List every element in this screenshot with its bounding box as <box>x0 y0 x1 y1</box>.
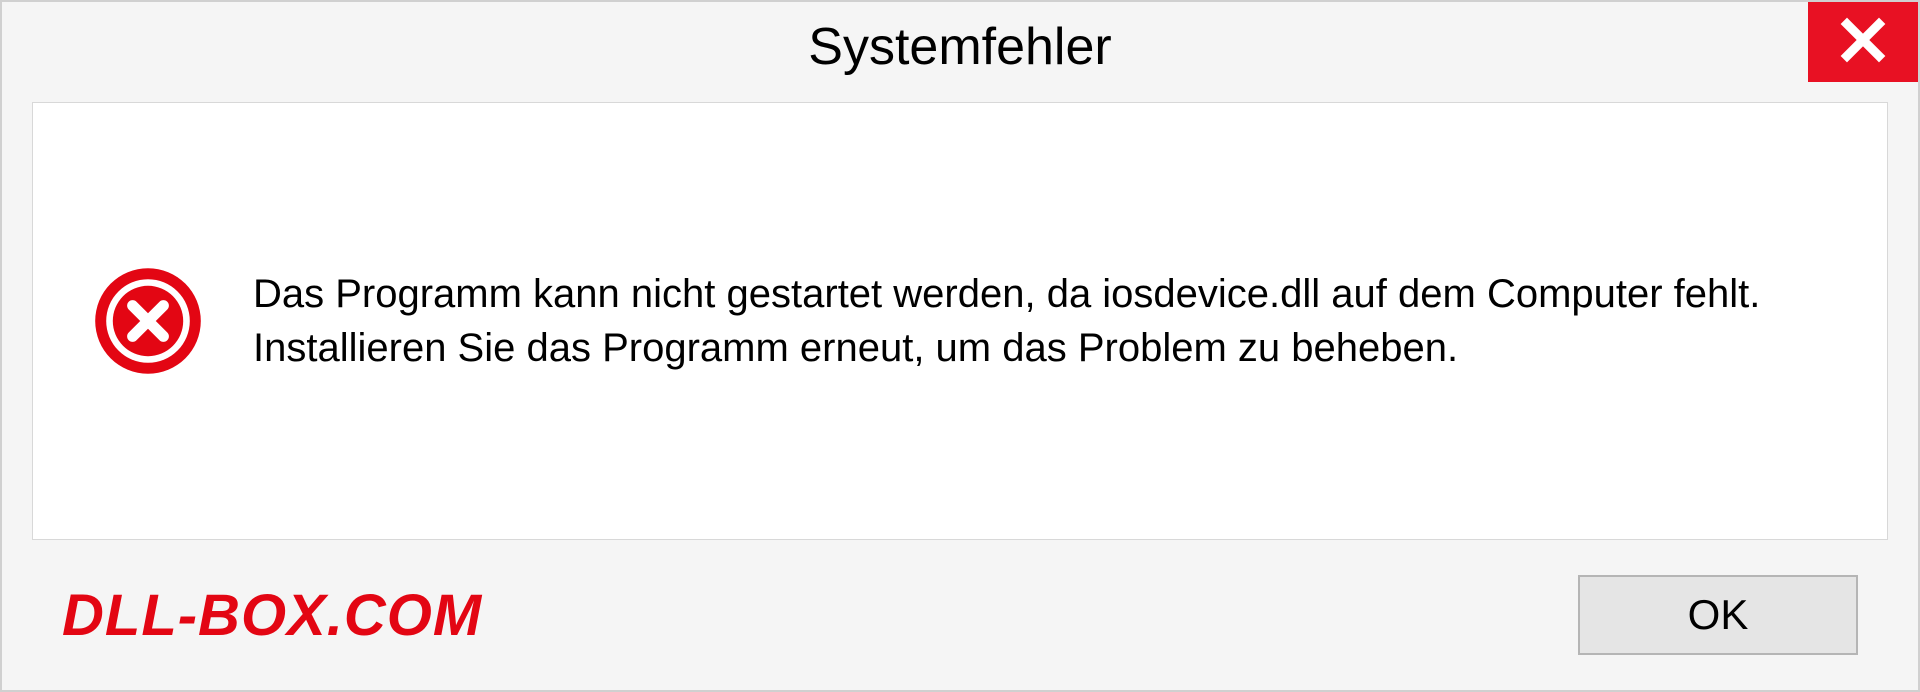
content-area: Das Programm kann nicht gestartet werden… <box>32 102 1888 540</box>
footer: DLL-BOX.COM OK <box>2 560 1918 690</box>
close-button[interactable] <box>1808 2 1918 82</box>
watermark-text: DLL-BOX.COM <box>62 582 482 649</box>
error-icon <box>93 266 203 376</box>
ok-button-label: OK <box>1688 591 1749 639</box>
dialog-title: Systemfehler <box>808 17 1111 77</box>
error-message: Das Programm kann nicht gestartet werden… <box>253 267 1827 375</box>
error-dialog: Systemfehler Das Programm kann nicht ges… <box>0 0 1920 692</box>
close-icon <box>1839 16 1887 69</box>
ok-button[interactable]: OK <box>1578 575 1858 655</box>
titlebar: Systemfehler <box>2 2 1918 92</box>
